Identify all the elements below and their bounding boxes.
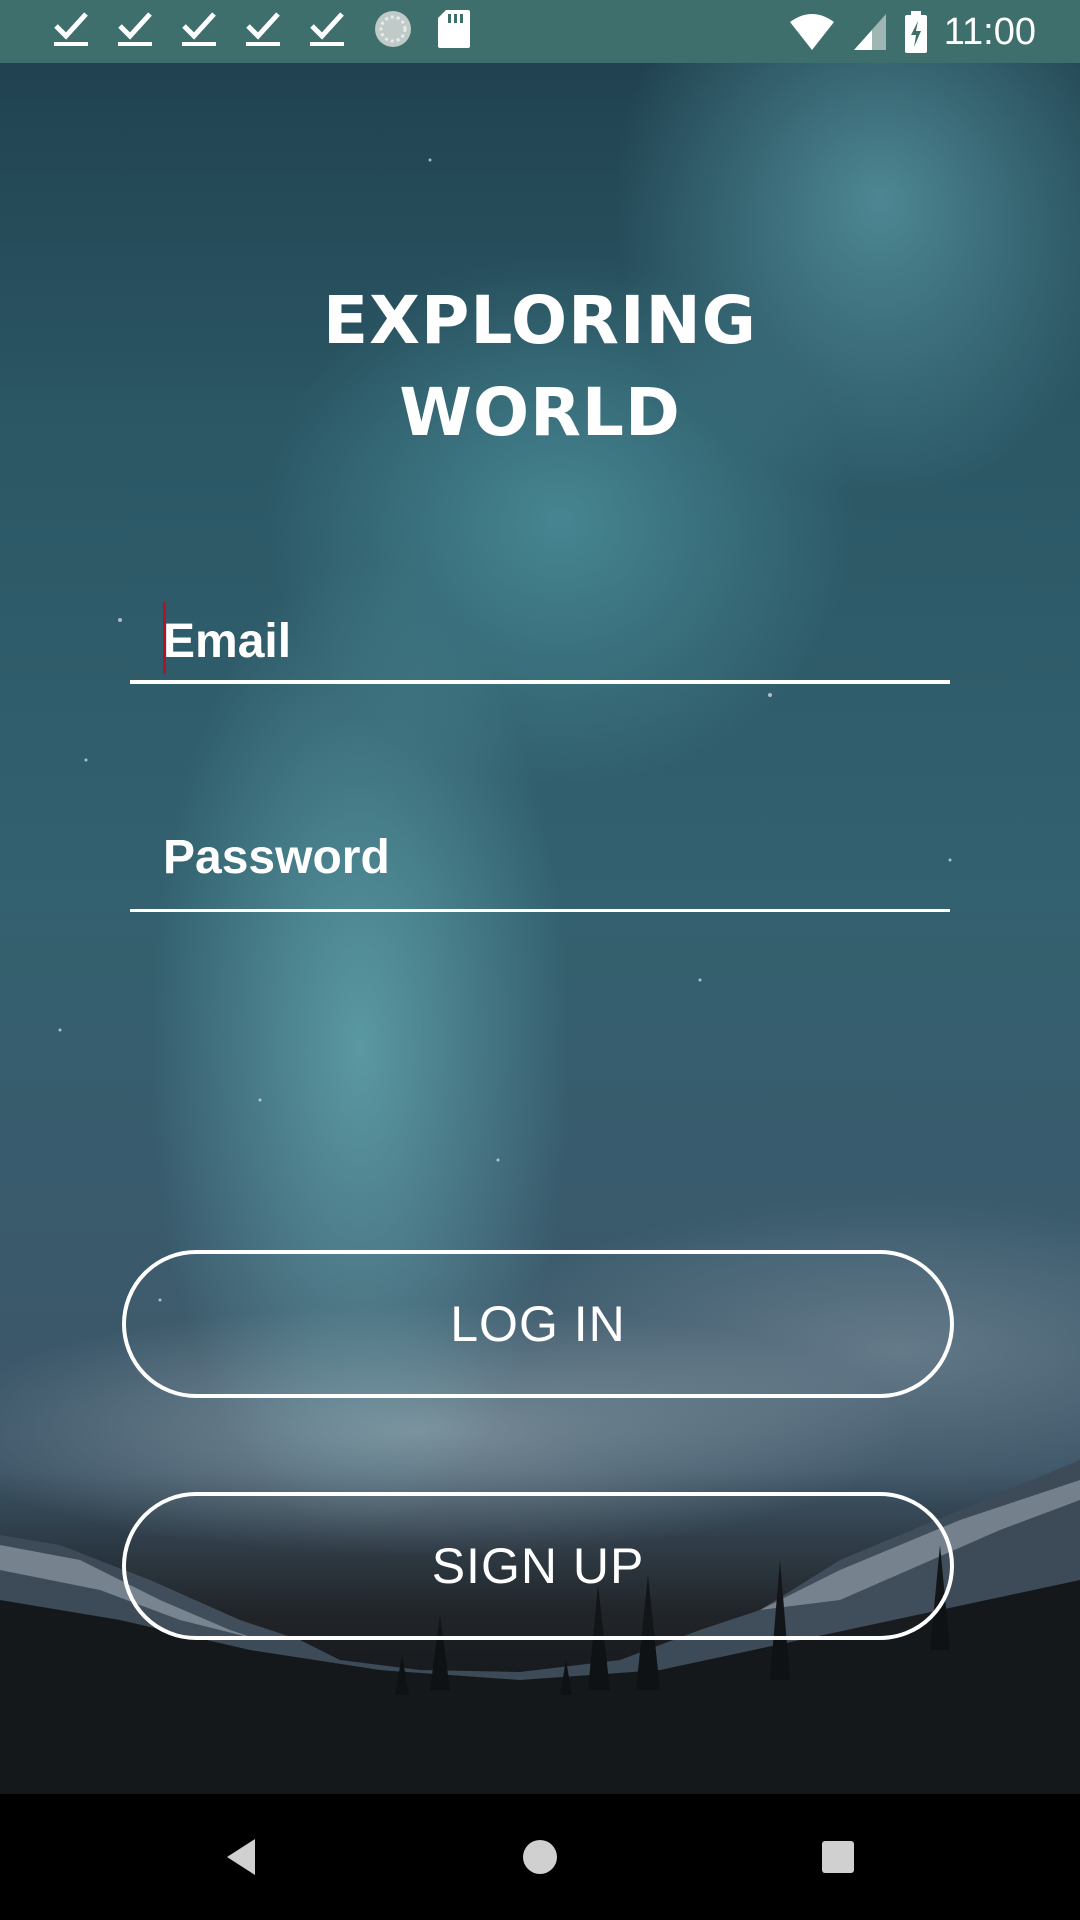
email-underline <box>130 680 950 684</box>
notification-icons <box>52 8 472 50</box>
password-field[interactable]: Password <box>130 820 950 912</box>
check-download-icon <box>118 12 152 46</box>
system-indicators: 11:00 <box>788 6 1036 58</box>
login-screen: 11:00 EXPLORING WORLD Email Password LOG… <box>0 0 1080 1920</box>
recents-square-icon <box>822 1841 854 1873</box>
login-button-label: LOG IN <box>450 1296 626 1352</box>
password-underline <box>130 909 950 912</box>
home-circle-icon <box>523 1840 557 1874</box>
check-download-icon <box>54 12 88 46</box>
check-download-icon <box>246 12 280 46</box>
back-triangle-icon <box>227 1839 255 1875</box>
sd-card-icon <box>438 10 470 48</box>
password-hint: Password <box>163 831 390 884</box>
battery-charging-icon <box>904 11 927 53</box>
cell-signal-icon <box>853 14 886 50</box>
signup-button-label: SIGN UP <box>431 1538 645 1594</box>
signup-button[interactable]: SIGN UP <box>122 1492 954 1640</box>
check-download-icon <box>310 12 344 46</box>
email-field[interactable]: Email <box>130 600 950 690</box>
wifi-icon <box>789 14 834 50</box>
app-title-line-1: EXPLORING <box>323 282 757 359</box>
status-bar: 11:00 <box>0 0 1080 63</box>
app-title-line-2: WORLD <box>399 374 681 451</box>
check-download-icon <box>182 12 216 46</box>
sync-circle-icon <box>375 11 411 47</box>
back-button[interactable] <box>208 1824 274 1890</box>
recents-button[interactable] <box>805 1824 871 1890</box>
login-button[interactable]: LOG IN <box>122 1250 954 1398</box>
navigation-bar <box>0 1794 1080 1920</box>
home-button[interactable] <box>507 1824 573 1890</box>
status-time: 11:00 <box>943 11 1036 53</box>
email-hint: Email <box>163 615 292 668</box>
app-title: EXPLORING WORLD <box>0 275 1080 459</box>
